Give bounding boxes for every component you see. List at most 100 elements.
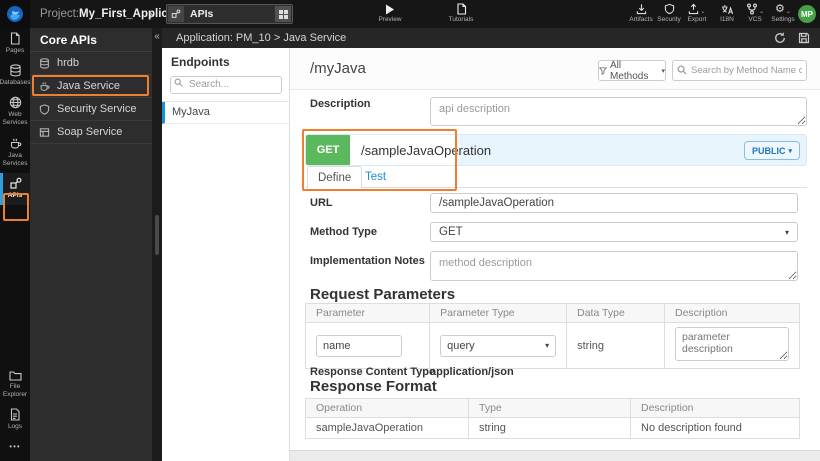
tutorials-label: Tutorials bbox=[448, 16, 474, 23]
caret-down-icon: ⌄ bbox=[758, 9, 765, 15]
core-api-item-soap-service[interactable]: Soap Service bbox=[30, 121, 152, 144]
request-parameters-title: Request Parameters bbox=[310, 286, 456, 303]
top-bar: Project: My_First_Application › APIs Prev… bbox=[0, 0, 820, 28]
coffee-icon bbox=[39, 81, 52, 92]
core-api-item-java-service[interactable]: Java Service bbox=[30, 75, 152, 98]
collapse-panel-icon[interactable]: « bbox=[152, 31, 162, 42]
save-icon[interactable] bbox=[798, 32, 810, 44]
caret-down-icon: ▾ bbox=[784, 227, 789, 237]
operation-path: /sampleJavaOperation bbox=[350, 135, 491, 165]
column-header: Parameter bbox=[304, 303, 431, 323]
operation-cell: sampleJavaOperation bbox=[305, 417, 469, 439]
breadcrumb: Application: PM_10 > Java Service bbox=[176, 32, 347, 44]
visibility-label: PUBLIC bbox=[751, 145, 786, 156]
soap-icon bbox=[39, 127, 52, 138]
coffee-icon bbox=[9, 137, 22, 150]
workspace-label: APIs bbox=[190, 8, 214, 20]
wavemaker-logo[interactable] bbox=[0, 0, 30, 28]
refresh-icon[interactable] bbox=[774, 32, 786, 44]
column-header: Type bbox=[468, 398, 631, 418]
sidebar-item-databases[interactable]: Databases bbox=[0, 60, 31, 92]
core-apis-panel: Core APIs hrdb Java Service Security Ser… bbox=[30, 28, 152, 461]
shield-icon bbox=[664, 2, 675, 15]
all-methods-dropdown[interactable]: All Methods ▾ bbox=[598, 59, 666, 82]
rail-label: File Explorer bbox=[2, 382, 28, 398]
method-search-input[interactable] bbox=[672, 60, 807, 81]
tutorials-button[interactable]: Tutorials bbox=[444, 2, 478, 23]
settings-button[interactable]: ⚙ ⌄ Settings bbox=[766, 2, 800, 23]
tab-define[interactable]: Define bbox=[307, 166, 363, 188]
parameter-description-textarea[interactable] bbox=[675, 327, 789, 361]
search-icon bbox=[677, 65, 687, 75]
sidebar-item-file-explorer[interactable]: File Explorer bbox=[0, 366, 30, 404]
column-header: Parameter Type bbox=[429, 303, 568, 323]
sidebar-item-apis[interactable]: APIs bbox=[0, 172, 30, 206]
wavemaker-logo-icon bbox=[6, 5, 24, 23]
core-api-label: hrdb bbox=[57, 57, 80, 69]
export-button[interactable]: ⌄ Export bbox=[680, 2, 714, 23]
sidebar-item-pages[interactable]: Pages bbox=[0, 28, 30, 60]
method-type-value: GET bbox=[439, 226, 463, 238]
logs-icon bbox=[9, 408, 21, 421]
security-label: Security bbox=[657, 16, 681, 23]
artifacts-download-icon bbox=[636, 2, 647, 15]
rail-label: APIs bbox=[7, 191, 23, 199]
sidebar-item-web-services[interactable]: Web Services bbox=[0, 92, 30, 132]
i18n-translate-icon bbox=[721, 2, 734, 15]
operation-tabs: Define Test bbox=[305, 166, 807, 188]
settings-label: Settings bbox=[771, 16, 795, 23]
main-content: /myJava All Methods ▾ Description GET /s… bbox=[290, 48, 820, 461]
sidebar-item-logs[interactable]: Logs bbox=[0, 404, 30, 436]
core-api-item-security-service[interactable]: Security Service bbox=[30, 98, 152, 121]
user-avatar[interactable]: MP bbox=[798, 5, 816, 23]
more-options-icon[interactable]: ••• bbox=[0, 436, 30, 457]
artifacts-label: Artifacts bbox=[629, 16, 653, 23]
panel-gutter: « bbox=[152, 28, 162, 461]
core-api-item-hrdb[interactable]: hrdb bbox=[30, 52, 152, 75]
method-type-select[interactable]: GET ▾ bbox=[430, 222, 798, 242]
operation-accordion[interactable]: GET /sampleJavaOperation PUBLIC ▾ bbox=[305, 134, 807, 166]
caret-down-icon: ⌄ bbox=[785, 9, 791, 15]
core-api-label: Java Service bbox=[57, 80, 120, 92]
vcs-label: VCS bbox=[748, 16, 762, 23]
preview-button[interactable]: Preview bbox=[373, 2, 407, 23]
api-description-textarea[interactable] bbox=[430, 97, 807, 126]
grid-icon[interactable] bbox=[275, 6, 291, 22]
filter-icon bbox=[599, 66, 607, 75]
core-api-label: Soap Service bbox=[57, 126, 123, 138]
response-content-type-label: Response Content Type bbox=[310, 366, 436, 378]
caret-down-icon: ⌄ bbox=[700, 9, 706, 15]
database-icon bbox=[9, 64, 22, 77]
rail-label: Java Services bbox=[2, 151, 28, 167]
chevron-right-icon: › bbox=[149, 6, 154, 22]
endpoints-search-input[interactable] bbox=[170, 75, 282, 94]
column-header: Operation bbox=[305, 398, 469, 418]
method-get-badge[interactable]: GET bbox=[306, 135, 350, 165]
response-format-title: Response Format bbox=[310, 378, 437, 395]
parameter-name-input[interactable] bbox=[316, 334, 402, 357]
all-methods-label: All Methods bbox=[610, 59, 649, 82]
column-header: Data Type bbox=[566, 303, 665, 323]
left-rail: Pages Databases Web Services Java Servic… bbox=[0, 28, 31, 461]
parameter-type-select[interactable]: query ▾ bbox=[440, 334, 557, 357]
caret-down-icon: ▾ bbox=[545, 341, 550, 350]
implementation-notes-label: Implementation Notes bbox=[310, 255, 425, 267]
apis-icon bbox=[9, 177, 22, 190]
project-label: Project: bbox=[40, 8, 79, 20]
column-header: Description bbox=[630, 398, 800, 418]
description-label: Description bbox=[310, 98, 371, 110]
visibility-public-button[interactable]: PUBLIC ▾ bbox=[743, 141, 800, 160]
play-icon bbox=[385, 2, 395, 15]
workspace-selector[interactable]: APIs bbox=[166, 4, 293, 24]
scrollbar-thumb[interactable] bbox=[155, 215, 159, 255]
search-icon bbox=[174, 78, 183, 87]
main-footer-strip bbox=[290, 450, 820, 461]
export-upload-icon: ⌄ bbox=[688, 2, 706, 15]
implementation-notes-textarea[interactable] bbox=[430, 251, 798, 281]
endpoint-item-myjava[interactable]: MyJava bbox=[162, 101, 289, 124]
method-type-label: Method Type bbox=[310, 226, 378, 238]
sidebar-item-java-services[interactable]: Java Services bbox=[0, 133, 30, 173]
url-input[interactable] bbox=[430, 193, 798, 213]
data-type-cell: string bbox=[566, 322, 665, 369]
rail-label: Logs bbox=[7, 422, 23, 430]
